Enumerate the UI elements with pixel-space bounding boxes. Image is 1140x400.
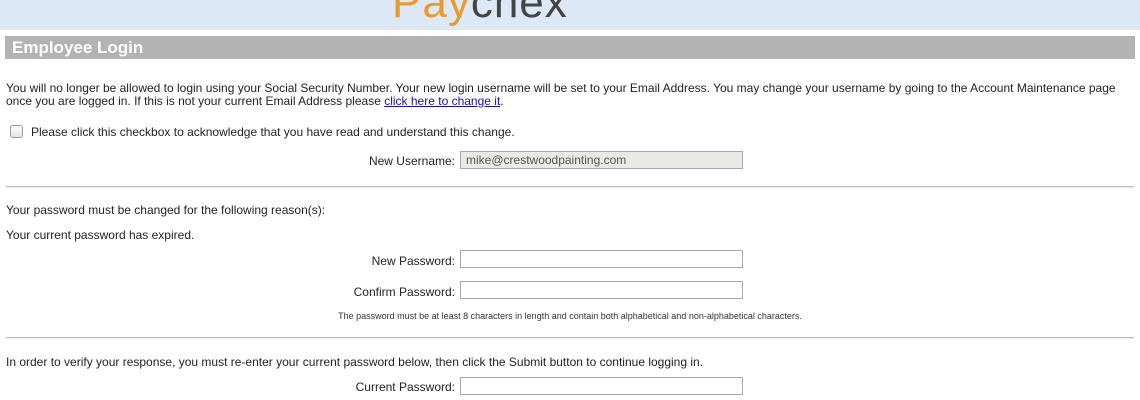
notice-text: You will no longer be allowed to login u…: [6, 81, 1116, 108]
notice-end: .: [500, 94, 504, 108]
logo-accent-text: Pay: [392, 0, 471, 27]
password-reason: Your current password has expired.: [6, 228, 195, 242]
acknowledge-checkbox[interactable]: [10, 125, 23, 138]
confirm-password-label: Confirm Password:: [353, 285, 455, 299]
new-username-field[interactable]: [460, 151, 743, 169]
logo-rest-text: chex: [470, 0, 568, 27]
section-title: Employee Login: [12, 38, 144, 57]
new-password-label: New Password:: [371, 254, 455, 268]
confirm-password-input[interactable]: [460, 281, 743, 299]
verify-instructions: In order to verify your response, you mu…: [6, 355, 704, 369]
current-password-label: Current Password:: [355, 380, 455, 394]
new-username-label: New Username:: [368, 154, 455, 168]
section-header: Employee Login: [5, 36, 1135, 59]
new-password-input[interactable]: [460, 250, 743, 268]
app-logo: Paychex: [392, 0, 568, 28]
password-requirements-hint: The password must be at least 8 characte…: [338, 311, 802, 321]
password-reason-heading: Your password must be changed for the fo…: [6, 203, 326, 217]
top-banner: Paychex: [0, 0, 1140, 30]
current-password-input[interactable]: [460, 377, 743, 395]
divider: [6, 337, 1134, 338]
change-email-link[interactable]: click here to change it: [384, 94, 500, 108]
divider: [6, 186, 1134, 187]
username-change-notice: You will no longer be allowed to login u…: [6, 82, 1116, 108]
acknowledge-label: Please click this checkbox to acknowledg…: [31, 125, 515, 139]
